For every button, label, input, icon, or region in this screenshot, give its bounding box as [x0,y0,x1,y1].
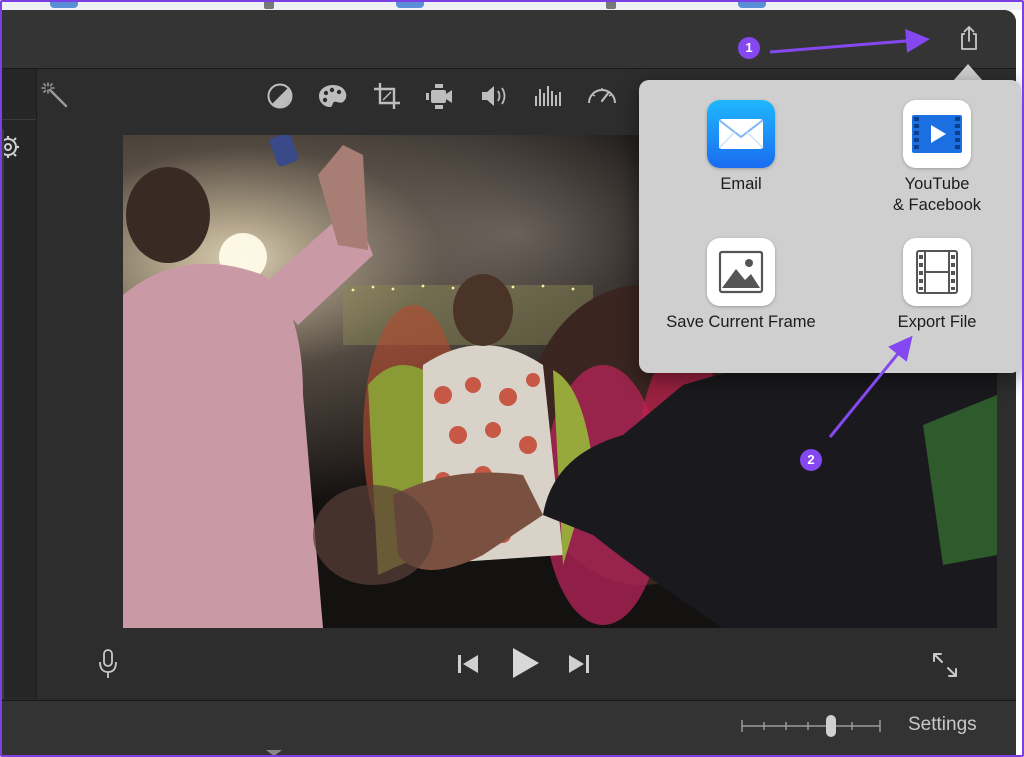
share-email[interactable]: Email [651,100,831,195]
gear-icon[interactable] [2,135,22,159]
fullscreen-icon[interactable] [930,650,960,680]
share-item-label: Email [720,175,762,193]
popover-arrow [953,64,983,81]
desktop-top-strip [2,2,1022,10]
film-icon [903,238,971,306]
dock-item [396,2,424,8]
top-toolbar [2,10,1016,69]
noise-reduction-icon[interactable] [531,81,565,111]
panel-divider [2,119,36,120]
stabilization-icon[interactable] [423,81,457,111]
share-export-file[interactable]: Export File [847,238,1024,333]
timeline-marker [266,750,282,756]
mail-icon [707,100,775,168]
left-panel [2,69,37,699]
image-icon [707,238,775,306]
share-youtube-facebook[interactable]: YouTube & Facebook [847,100,1024,216]
crop-icon[interactable] [370,81,404,111]
speed-icon[interactable] [585,81,619,111]
zoom-slider[interactable] [740,713,882,739]
skip-forward-icon[interactable] [567,653,591,675]
magic-wand-icon[interactable] [41,81,71,111]
color-correction-icon[interactable] [316,81,350,111]
skip-back-icon[interactable] [456,653,480,675]
dock-item [264,2,274,9]
step-badge-2: 2 [800,449,822,471]
share-item-label: YouTube & Facebook [892,175,982,214]
panel-edge [2,129,4,699]
color-balance-icon[interactable] [263,81,297,111]
settings-button[interactable]: Settings [908,714,977,736]
share-item-label: Save Current Frame [666,313,816,331]
play-icon[interactable] [508,646,542,680]
dock-item [606,2,616,9]
share-button[interactable] [956,24,982,52]
share-save-current-frame[interactable]: Save Current Frame [651,238,831,333]
share-popover: Email YouTube & Facebook Save Current Fr… [639,80,1021,373]
dock-item [738,2,766,8]
share-icon [961,26,977,50]
youtube-facebook-icon [903,100,971,168]
step-badge-1: 1 [738,37,760,59]
volume-icon[interactable] [477,81,511,111]
microphone-icon[interactable] [98,648,118,680]
dock-item [50,2,78,8]
share-item-label: Export File [897,313,977,331]
